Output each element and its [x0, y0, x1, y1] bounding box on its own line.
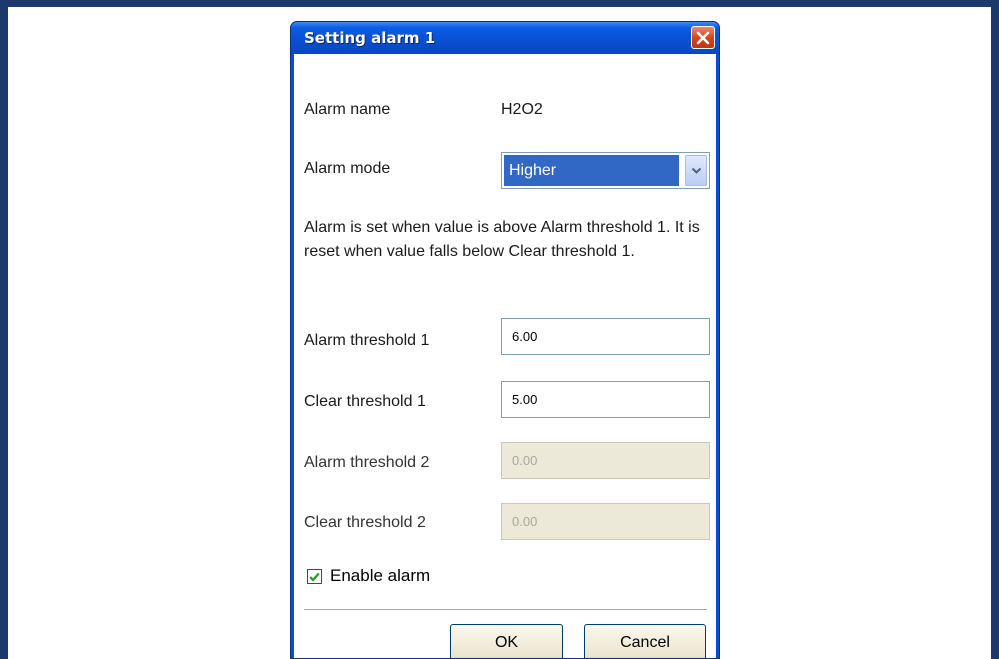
dialog-title: Setting alarm 1 — [304, 29, 436, 47]
dialog-body: Alarm name H2O2 Alarm mode Higher Alarm … — [294, 54, 716, 658]
clear-threshold-1-input[interactable] — [501, 381, 710, 418]
alarm-settings-dialog: Setting alarm 1 Alarm name H2O2 Alarm mo… — [290, 21, 720, 659]
title-bar[interactable]: Setting alarm 1 — [291, 22, 719, 54]
button-separator — [304, 609, 707, 611]
close-button[interactable] — [691, 26, 715, 49]
enable-alarm-checkbox[interactable] — [307, 569, 322, 584]
alarm-threshold-1-label: Alarm threshold 1 — [304, 332, 430, 349]
alarm-mode-selected-value: Higher — [504, 155, 679, 186]
dropdown-button[interactable] — [685, 155, 707, 186]
alarm-threshold-2-input — [501, 442, 710, 479]
close-icon — [696, 31, 710, 44]
chevron-down-icon — [691, 167, 701, 174]
alarm-threshold-1-input[interactable] — [501, 318, 710, 355]
alarm-mode-description: Alarm is set when value is above Alarm t… — [304, 219, 700, 260]
alarm-name-value: H2O2 — [501, 101, 543, 118]
checkmark-icon — [309, 572, 320, 582]
clear-threshold-1-label: Clear threshold 1 — [304, 393, 426, 410]
alarm-threshold-2-label: Alarm threshold 2 — [304, 454, 430, 471]
clear-threshold-2-input — [501, 503, 710, 540]
alarm-mode-label: Alarm mode — [304, 160, 391, 177]
cancel-button[interactable]: Cancel — [584, 624, 706, 658]
alarm-name-label: Alarm name — [304, 101, 391, 118]
enable-alarm-label[interactable]: Enable alarm — [330, 566, 430, 586]
alarm-mode-select[interactable]: Higher — [501, 152, 710, 189]
clear-threshold-2-label: Clear threshold 2 — [304, 514, 426, 531]
ok-button[interactable]: OK — [450, 624, 563, 658]
